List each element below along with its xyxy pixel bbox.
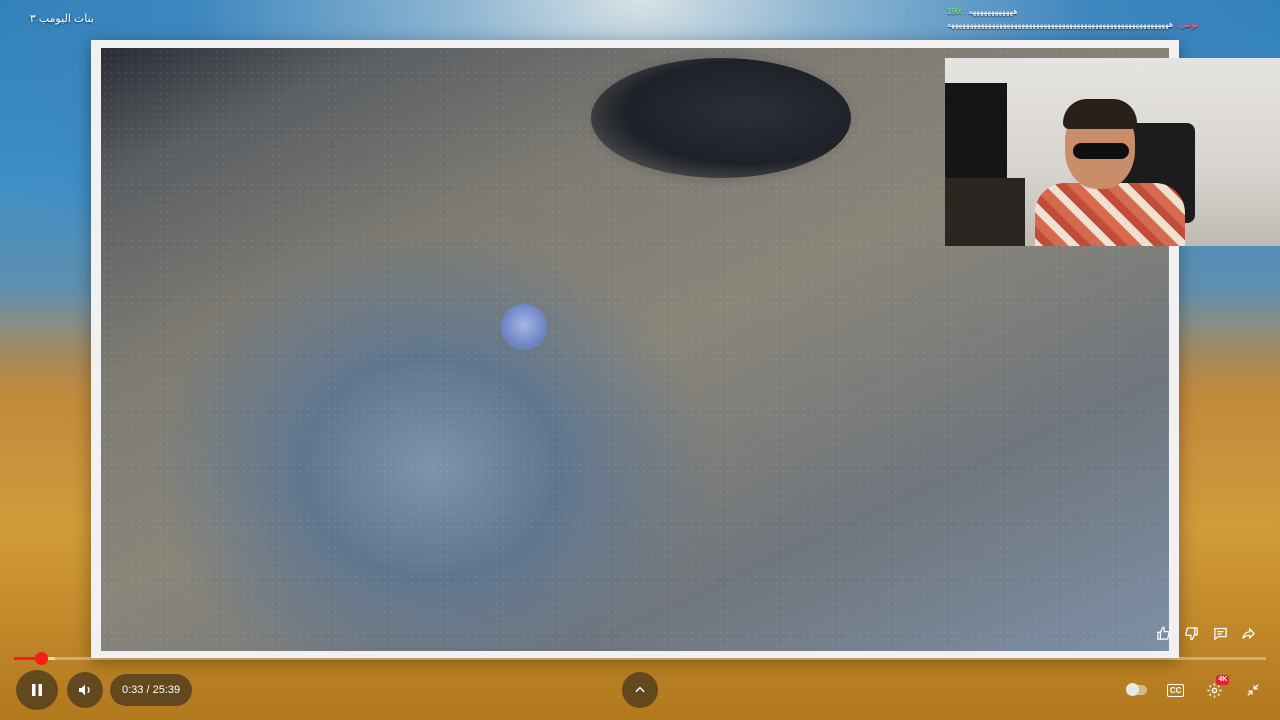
chat-message: لوللي : هههههههههههههههههههههههههههههههه…	[947, 18, 1198, 31]
exit-fullscreen-icon	[1247, 684, 1259, 696]
pause-button[interactable]	[16, 670, 58, 710]
streamer-figure	[1035, 99, 1185, 246]
chat-text: ههههههههههههه	[968, 7, 1018, 16]
volume-icon	[79, 684, 90, 696]
right-controls: CC 4K	[1120, 672, 1270, 708]
shirt-shape	[1035, 183, 1185, 246]
video-title-overlay: بنات اليومب ٣	[29, 13, 94, 25]
quality-badge: 4K	[1216, 675, 1230, 685]
time-display: 0:33 / 25:39	[110, 674, 193, 706]
tv-shape	[945, 83, 1007, 178]
chat-username: لوللي :	[1175, 20, 1199, 29]
streamer-webcam	[945, 58, 1280, 246]
chevron-up-icon	[635, 686, 645, 693]
autoplay-button[interactable]	[1120, 673, 1154, 707]
comments-button[interactable]	[1207, 620, 1233, 646]
progress-bar[interactable]	[14, 652, 1266, 665]
settings-button[interactable]: 4K	[1197, 673, 1231, 707]
hair-shape	[1063, 99, 1137, 129]
chat-message: 19lx : ههههههههههههه	[947, 5, 1198, 18]
expand-button[interactable]	[622, 672, 658, 708]
dislike-button[interactable]	[1179, 620, 1205, 646]
captions-button[interactable]: CC	[1159, 673, 1193, 707]
comment-icon	[1214, 627, 1227, 640]
thumbs-down-icon	[1185, 626, 1198, 640]
chat-username: 19lx :	[947, 7, 967, 16]
share-button[interactable]	[1236, 620, 1262, 646]
chat-overlay: 19lx : ههههههههههههه لوللي : ههههههههههه…	[947, 5, 1198, 31]
volume-button[interactable]	[67, 672, 103, 708]
captions-icon: CC	[1166, 683, 1185, 697]
pause-icon	[32, 684, 42, 696]
autoplay-toggle[interactable]	[1126, 683, 1147, 696]
gecko-eye	[501, 304, 547, 350]
chat-text: هههههههههههههههههههههههههههههههههههههههه…	[947, 20, 1174, 29]
like-button[interactable]	[1150, 620, 1176, 646]
progress-scrubber[interactable]	[34, 652, 48, 665]
shelf-shape	[945, 178, 1025, 246]
thumbs-up-icon	[1156, 626, 1170, 640]
video-actions	[1150, 620, 1262, 646]
share-icon	[1242, 627, 1256, 639]
lizard-shape	[591, 58, 851, 178]
sunglasses-shape	[1073, 143, 1129, 159]
exit-fullscreen-button[interactable]	[1236, 673, 1270, 707]
